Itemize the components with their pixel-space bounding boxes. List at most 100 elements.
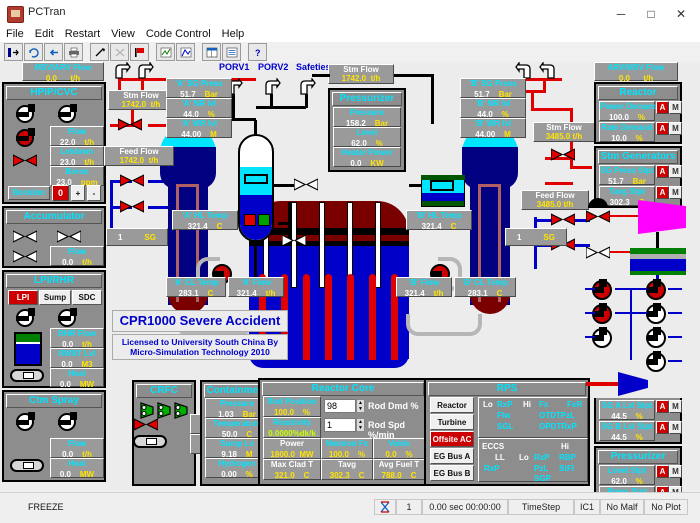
hpi-pump-2[interactable] <box>56 104 78 124</box>
back-icon[interactable] <box>44 43 63 61</box>
boration-label: Boration <box>8 186 50 200</box>
tavg-auto-manual[interactable]: AM <box>656 186 682 199</box>
condensate-pump-3[interactable] <box>646 328 666 348</box>
hpi-pump-3[interactable] <box>14 128 36 148</box>
accum-valve-2[interactable] <box>57 230 81 243</box>
ctm-spray-pump-1[interactable] <box>14 412 36 432</box>
arv-relief-b2[interactable] <box>539 62 555 78</box>
rps-reactor-button[interactable]: Reactor <box>430 397 474 413</box>
print-icon[interactable] <box>64 43 83 61</box>
sg-a-level-auto-manual[interactable]: AM <box>656 400 682 413</box>
feed-valve-a-2[interactable] <box>120 200 144 213</box>
accum-valve-1[interactable] <box>13 230 37 243</box>
stm-valve-b[interactable] <box>551 148 575 161</box>
status-timestep[interactable]: TimeStep <box>508 499 574 515</box>
pressurizer-valve-2[interactable] <box>282 234 306 247</box>
lpi-pump-1[interactable] <box>14 308 36 328</box>
exit-icon[interactable] <box>4 43 23 61</box>
rate-demand-auto-manual[interactable]: AM <box>656 122 682 135</box>
flag-icon[interactable] <box>130 43 149 61</box>
stm-flow-a-tag: Stm Flow 1742.0 t/h <box>108 90 174 110</box>
rod-demand-input[interactable]: 98 <box>324 399 356 413</box>
rps-eg-bus-b-button[interactable]: EG Bus B <box>430 465 474 481</box>
msv-relief-a1[interactable] <box>114 62 130 78</box>
power-demand-auto-manual[interactable]: AM <box>656 101 682 114</box>
hpi-valve[interactable] <box>13 154 37 167</box>
rod-speed-spinner[interactable]: ▲▼ <box>356 418 365 432</box>
restart-icon[interactable] <box>24 43 43 61</box>
condensate-pump-1[interactable] <box>646 280 666 300</box>
fuel-channel <box>325 274 332 360</box>
status-plot[interactable]: No Plot <box>644 499 688 515</box>
arv-relief-b1[interactable] <box>515 62 531 78</box>
condensate-pump-4[interactable] <box>646 352 666 372</box>
rps-eg-bus-a-button[interactable]: EG Bus A <box>430 448 474 464</box>
pressurizer-valve-1[interactable] <box>294 178 318 191</box>
turbine-bypass-valve[interactable] <box>586 246 610 259</box>
help-icon[interactable]: ? <box>248 43 267 61</box>
menu-restart[interactable]: Restart <box>65 28 100 40</box>
ctm-spray-cooler[interactable] <box>10 459 44 472</box>
status-ic[interactable]: IC1 <box>574 499 600 515</box>
feedpump-3[interactable] <box>592 328 612 348</box>
crfc-cooler[interactable] <box>133 435 167 448</box>
menu-file[interactable]: File <box>6 28 24 40</box>
menu-help[interactable]: Help <box>222 28 245 40</box>
ctm-spray-pump-2[interactable] <box>56 412 78 432</box>
stm-valve-a[interactable] <box>118 118 142 131</box>
pipe-fp-vert <box>630 288 632 360</box>
fuel-channel <box>303 274 310 360</box>
status-malf[interactable]: No Malf <box>600 499 644 515</box>
rps-offsite-ac-button[interactable]: Offsite AC <box>430 431 474 447</box>
tavg-readout: Tavg 302.3 C <box>321 459 373 480</box>
menu-edit[interactable]: Edit <box>35 28 54 40</box>
feedpump-2[interactable] <box>592 304 612 324</box>
safety-valve-1[interactable] <box>299 78 315 94</box>
feed-valve-a-1[interactable] <box>120 174 144 187</box>
boration-plus-button[interactable]: + <box>71 185 85 201</box>
sg-a-level-setpoint-readout: SG A Lvl Stpt 44.5 % <box>599 400 655 420</box>
table-icon[interactable] <box>202 43 221 61</box>
sg-b-level-auto-manual[interactable]: AM <box>656 421 682 434</box>
maximize-button[interactable]: □ <box>636 3 666 25</box>
lpi-pump-2[interactable] <box>56 308 78 328</box>
lpi-button[interactable]: LPI <box>8 290 38 305</box>
pipe-steam-a-h2 <box>110 124 113 127</box>
turbine-inlet-valve[interactable] <box>586 210 610 223</box>
rod-speed-input[interactable]: 1 <box>324 418 356 432</box>
rod-speed-label: Rod Spd %/min <box>368 420 426 440</box>
feed-valve-b-1[interactable] <box>551 213 575 226</box>
rod-demand-spinner[interactable]: ▲▼ <box>356 399 365 413</box>
minimize-button[interactable]: ─ <box>606 3 636 25</box>
turbine-shaft <box>656 232 659 248</box>
graph-icon[interactable] <box>176 43 195 61</box>
feedpump-1[interactable] <box>592 280 612 300</box>
boration-minus-button[interactable]: - <box>87 185 101 201</box>
sg-press-auto-manual[interactable]: AM <box>656 165 682 178</box>
sdc-button[interactable]: SDC <box>72 290 102 305</box>
rhr-heat-exchanger[interactable] <box>10 369 44 382</box>
crfc-valve[interactable] <box>134 418 158 431</box>
crfc-fan-3[interactable] <box>173 402 188 424</box>
menu-code-control[interactable]: Code Control <box>146 28 211 40</box>
porv2-valve[interactable] <box>264 78 280 94</box>
condensate-pump-2[interactable] <box>646 304 666 324</box>
crfc-fan-2[interactable] <box>156 402 171 424</box>
sg-a-press-readout: 'A' SG Press 51.7 Bar <box>166 78 232 98</box>
menu-view[interactable]: View <box>111 28 135 40</box>
sump-button[interactable]: Sump <box>39 290 71 305</box>
close-button[interactable]: ✕ <box>666 3 696 25</box>
aux-feedwater-pump[interactable] <box>618 372 648 396</box>
hpi-pump-1[interactable] <box>14 104 36 124</box>
list-icon[interactable] <box>222 43 241 61</box>
sim-state-icon[interactable] <box>374 499 396 515</box>
run-icon[interactable] <box>90 43 109 61</box>
trend-icon[interactable] <box>156 43 175 61</box>
stop-icon[interactable] <box>110 43 129 61</box>
msv-relief-a2[interactable] <box>137 62 153 78</box>
rps-turbine-button[interactable]: Turbine <box>430 414 474 430</box>
pressurizer-relief-line <box>274 184 296 187</box>
status-bar: FREEZE 1 0.00 sec 00:00:00 TimeStep IC1 … <box>0 492 700 523</box>
accum-valve-3[interactable] <box>13 250 37 263</box>
level-setpoint-auto-manual[interactable]: AM <box>656 465 682 478</box>
